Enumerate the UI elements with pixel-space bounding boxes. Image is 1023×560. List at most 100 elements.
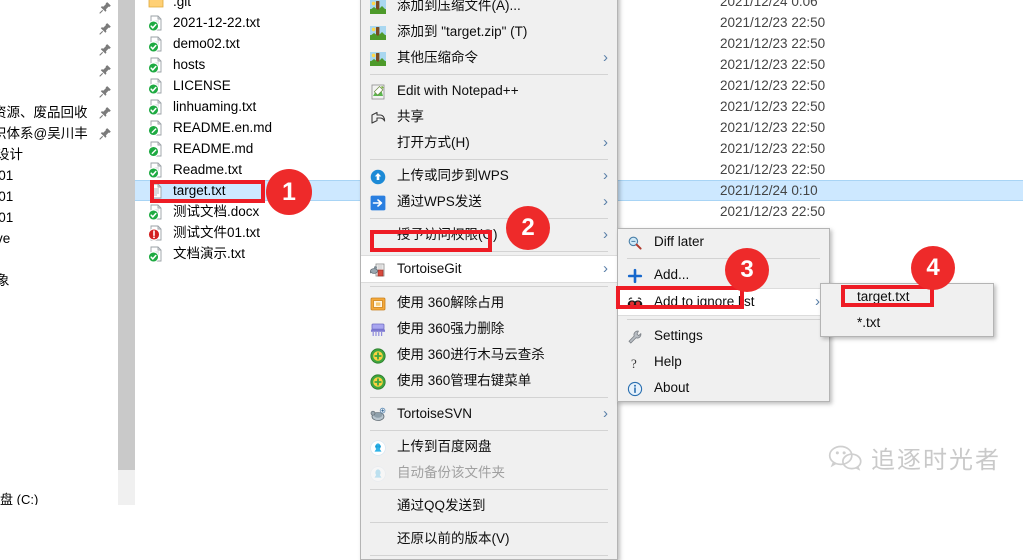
tortoisegit-submenu[interactable]: Diff later Add... Add to ignore list › Setti… bbox=[617, 228, 830, 402]
file-modified-date: 2021/12/23 22:50 bbox=[720, 57, 826, 72]
step-badge-3: 3 bbox=[725, 248, 769, 292]
baidu-netdisk-icon bbox=[370, 465, 386, 482]
nav-pane-item[interactable] bbox=[0, 60, 118, 81]
nav-pane-item-label: 设计 bbox=[0, 147, 23, 162]
file-modified-date: 2021/12/24 0:06 bbox=[720, 0, 818, 9]
nav-pane-item-label: 象 bbox=[0, 273, 10, 288]
nav-pane-item[interactable]: 设计 bbox=[0, 144, 118, 165]
context-menu-item[interactable]: 添加到 "target.zip" (T) bbox=[361, 19, 617, 45]
context-menu-item[interactable]: 共享 bbox=[361, 104, 617, 130]
menu-separator bbox=[370, 397, 608, 398]
share-icon bbox=[370, 109, 386, 125]
chevron-right-icon: › bbox=[603, 260, 608, 277]
context-menu-item[interactable]: 使用 360进行木马云查杀 bbox=[361, 342, 617, 368]
nav-pane-item[interactable] bbox=[0, 0, 118, 18]
context-menu-item[interactable]: 自动备份该文件夹 bbox=[361, 460, 617, 486]
tortoisegit-menu-item[interactable]: Diff later bbox=[618, 229, 829, 255]
chevron-right-icon: › bbox=[603, 49, 608, 66]
context-menu-item-label: 使用 360解除占用 bbox=[397, 295, 505, 310]
nav-pane-item[interactable]: 象 bbox=[0, 270, 118, 291]
navigation-pane-scrollbar[interactable] bbox=[118, 0, 135, 505]
menu-separator bbox=[627, 258, 820, 259]
file-context-menu[interactable]: 添加到压缩文件(A)... 添加到 "target.zip" (T) 其他压缩命令 ›… bbox=[360, 0, 618, 560]
scrollbar-thumb[interactable] bbox=[118, 0, 135, 470]
context-menu-item[interactable]: 上传或同步到WPS › bbox=[361, 163, 617, 189]
context-menu-item[interactable]: 其他压缩命令 › bbox=[361, 45, 617, 71]
text-file-git-ok-icon bbox=[148, 99, 164, 116]
tortoisegit-menu-item[interactable]: Add to ignore list › bbox=[618, 288, 829, 316]
context-menu-item-label: 自动备份该文件夹 bbox=[397, 465, 505, 480]
menu-separator bbox=[370, 159, 608, 160]
pin-icon[interactable] bbox=[99, 85, 112, 98]
context-menu-item[interactable]: 通过QQ发送到 bbox=[361, 493, 617, 519]
nav-pane-item[interactable]: world01 bbox=[0, 207, 118, 228]
watermark: 追逐时光者 bbox=[828, 440, 1001, 475]
nav-pane-item[interactable] bbox=[0, 249, 118, 270]
context-menu-item[interactable]: TortoiseGit › bbox=[361, 255, 617, 283]
context-menu-item-label: 通过QQ发送到 bbox=[397, 498, 486, 513]
tortoisegit-menu-item-label: Add to ignore list bbox=[654, 294, 755, 309]
tortoisesvn-icon bbox=[370, 406, 386, 422]
context-menu-item[interactable]: 打开方式(H) › bbox=[361, 130, 617, 156]
file-modified-date: 2021/12/24 0:10 bbox=[720, 183, 818, 198]
nav-pane-item[interactable]: 再生资源、废品回收 bbox=[0, 102, 118, 123]
context-menu-item[interactable]: 上传到百度网盘 bbox=[361, 434, 617, 460]
tortoisegit-menu-item[interactable]: Add... bbox=[618, 262, 829, 288]
add-to-ignore-list-submenu[interactable]: target.txt *.txt bbox=[820, 283, 994, 337]
nav-pane-item[interactable]: 术知识体系@吴川丰 bbox=[0, 123, 118, 144]
text-file-git-ok-icon bbox=[148, 15, 164, 32]
file-modified-date: 2021/12/23 22:50 bbox=[720, 78, 826, 93]
wrench-icon bbox=[627, 328, 643, 344]
360-shred-icon bbox=[370, 321, 386, 337]
ignore-menu-item[interactable]: *.txt bbox=[821, 310, 993, 336]
pin-icon[interactable] bbox=[99, 1, 112, 14]
context-menu-item[interactable]: 使用 360管理右键菜单 bbox=[361, 368, 617, 394]
text-file-git-ok-icon bbox=[148, 246, 164, 263]
context-menu-item[interactable]: 通过WPS发送 › bbox=[361, 189, 617, 215]
nav-pane-item[interactable]: ve bbox=[0, 228, 118, 249]
context-menu-item-label: 共享 bbox=[397, 109, 424, 124]
tortoisegit-menu-item[interactable]: About bbox=[618, 375, 829, 401]
tortoisegit-menu-item-label: Settings bbox=[654, 328, 703, 343]
file-name: 2021-12-22.txt bbox=[173, 15, 261, 30]
pin-icon[interactable] bbox=[99, 22, 112, 35]
nav-pane-item[interactable] bbox=[0, 18, 118, 39]
watermark-text: 追逐时光者 bbox=[871, 446, 1001, 474]
context-menu-item-label: 使用 360进行木马云查杀 bbox=[397, 347, 545, 362]
nav-pane-item[interactable] bbox=[0, 39, 118, 60]
context-menu-item[interactable]: 添加到压缩文件(A)... bbox=[361, 0, 617, 19]
pin-icon[interactable] bbox=[99, 106, 112, 119]
context-menu-item[interactable]: 还原以前的版本(V) bbox=[361, 526, 617, 552]
context-menu-item[interactable]: 使用 360解除占用 bbox=[361, 290, 617, 316]
wps-send-icon bbox=[370, 194, 386, 211]
context-menu-item[interactable]: TortoiseSVN › bbox=[361, 401, 617, 427]
pin-icon[interactable] bbox=[99, 127, 112, 140]
winrar-icon bbox=[370, 0, 386, 14]
context-menu-item[interactable]: 使用 360强力删除 bbox=[361, 316, 617, 342]
nav-pane-item[interactable]: world01 bbox=[0, 165, 118, 186]
navigation-pane[interactable]: 再生资源、废品回收术知识体系@吴川丰设计 world01 world01 world0… bbox=[0, 0, 118, 505]
context-menu-item[interactable]: Edit with Notepad++ bbox=[361, 78, 617, 104]
tortoisegit-menu-item-label: Diff later bbox=[654, 234, 705, 249]
file-git-ok-icon bbox=[148, 57, 164, 74]
file-name: Readme.txt bbox=[173, 162, 243, 177]
context-menu-item-label: TortoiseGit bbox=[397, 261, 462, 276]
winrar-icon bbox=[370, 24, 386, 40]
pin-icon[interactable] bbox=[99, 64, 112, 77]
wps-cloud-icon bbox=[370, 168, 386, 185]
ignore-menu-item[interactable]: target.txt bbox=[821, 284, 993, 310]
tortoisegit-menu-item[interactable]: Settings bbox=[618, 323, 829, 349]
nav-pane-item-label: 再生资源、废品回收 bbox=[0, 105, 88, 120]
context-menu-item[interactable]: 授予访问权限(G) › bbox=[361, 222, 617, 248]
baidu-netdisk-icon bbox=[370, 439, 386, 456]
tortoisegit-menu-item[interactable]: ? Help bbox=[618, 349, 829, 375]
file-modified-date: 2021/12/23 22:50 bbox=[720, 120, 826, 135]
nav-pane-item[interactable]: world01 bbox=[0, 186, 118, 207]
context-menu-item-label: 添加到压缩文件(A)... bbox=[397, 0, 521, 13]
help-icon: ? bbox=[627, 354, 643, 371]
360-unlock-icon bbox=[370, 295, 386, 311]
nav-pane-item[interactable] bbox=[0, 81, 118, 102]
diff-icon bbox=[627, 234, 643, 250]
pin-icon[interactable] bbox=[99, 43, 112, 56]
menu-separator bbox=[370, 74, 608, 75]
